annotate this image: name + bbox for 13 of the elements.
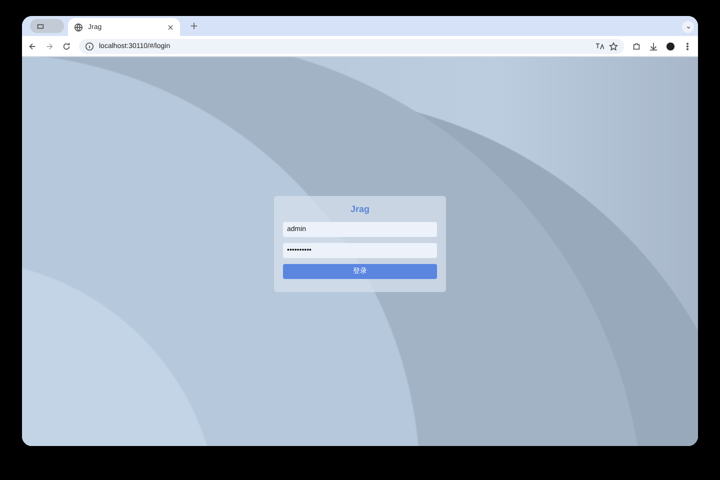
login-title: Jrag xyxy=(349,204,370,214)
new-tab-icon[interactable] xyxy=(190,22,198,30)
reload-icon[interactable] xyxy=(62,42,71,50)
grid-icon xyxy=(36,22,45,30)
tab-group-chip[interactable] xyxy=(30,19,64,33)
download-icon[interactable] xyxy=(649,42,658,50)
star-icon[interactable] xyxy=(609,42,618,50)
globe-icon xyxy=(74,22,83,32)
avatar-icon[interactable] xyxy=(666,42,675,50)
info-icon xyxy=(85,42,94,50)
back-arrow-icon[interactable] xyxy=(28,42,37,50)
close-icon[interactable] xyxy=(167,24,174,30)
translate-icon[interactable] xyxy=(595,42,604,50)
